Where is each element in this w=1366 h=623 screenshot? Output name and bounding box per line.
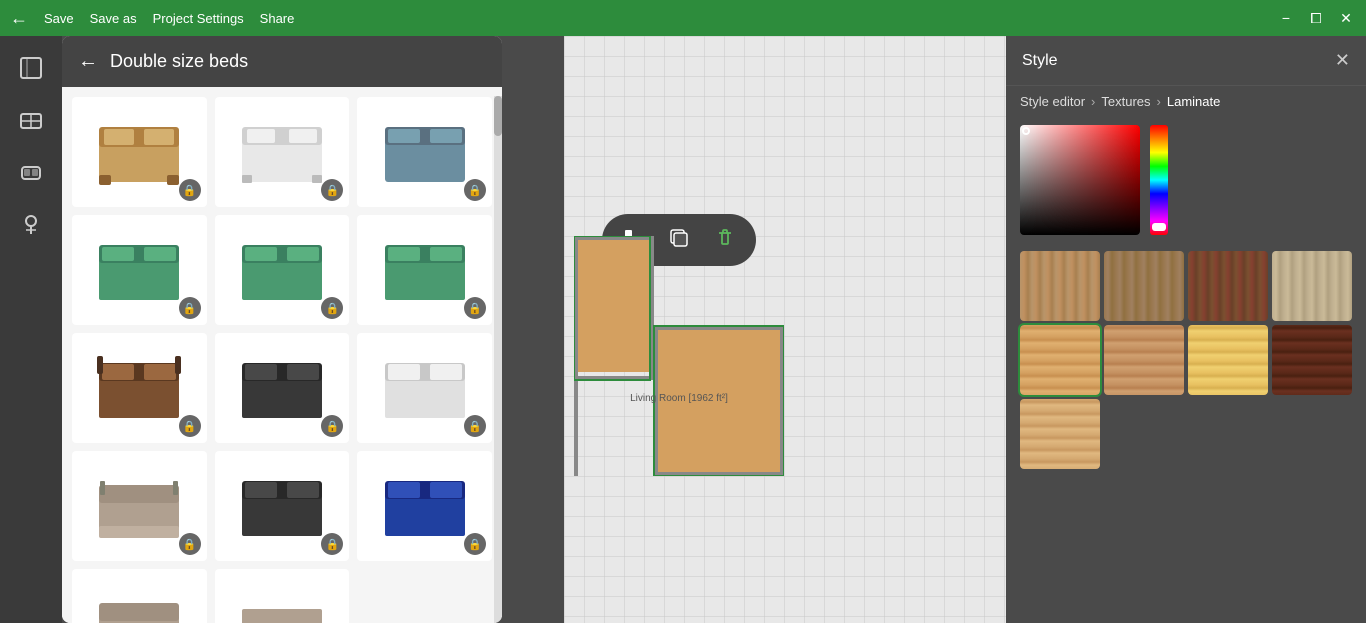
sidebar-windows-icon[interactable] — [9, 98, 53, 142]
bed-image — [371, 344, 479, 432]
list-item[interactable]: 🔒 — [215, 569, 350, 623]
style-panel-header: Style ✕ — [1006, 36, 1366, 86]
list-item[interactable]: 🔒 — [357, 333, 492, 443]
floor-plan[interactable]: Living Room [1962 ft²] — [574, 236, 784, 476]
texture-grid — [1006, 243, 1366, 477]
main-layout: ← Double size beds 🔒 — [0, 36, 1366, 623]
list-item[interactable]: 🔒 — [215, 215, 350, 325]
catalog-back-button[interactable]: ← — [78, 50, 98, 73]
bed-image — [228, 344, 336, 432]
catalog-title: Double size beds — [110, 51, 248, 72]
window-close-button[interactable]: ✕ — [1336, 10, 1356, 27]
catalog-grid: 🔒 🔒 — [62, 87, 502, 623]
texture-swatch[interactable] — [1272, 251, 1352, 321]
lock-badge: 🔒 — [179, 179, 201, 201]
texture-swatch[interactable] — [1188, 325, 1268, 395]
texture-swatch[interactable] — [1104, 251, 1184, 321]
texture-swatch[interactable] — [1020, 399, 1100, 469]
lock-badge: 🔒 — [464, 179, 486, 201]
lock-badge: 🔒 — [321, 533, 343, 555]
sidebar-outdoor-icon[interactable] — [9, 202, 53, 246]
lock-badge: 🔒 — [321, 297, 343, 319]
share-button[interactable]: Share — [260, 11, 295, 26]
breadcrumb: Style editor › Textures › Laminate — [1006, 86, 1366, 117]
bed-image — [371, 462, 479, 550]
catalog-panel: ← Double size beds 🔒 — [62, 36, 502, 623]
minimize-button[interactable]: − — [1276, 10, 1296, 26]
lock-badge: 🔒 — [179, 297, 201, 319]
lock-badge: 🔒 — [179, 533, 201, 555]
lock-badge: 🔒 — [464, 297, 486, 319]
list-item[interactable]: 🔒 — [215, 97, 350, 207]
bed-image — [85, 108, 193, 196]
bed-image — [85, 344, 193, 432]
bed-image — [85, 580, 193, 623]
list-item[interactable]: 🔒 — [215, 451, 350, 561]
list-item[interactable]: 🔒 — [72, 97, 207, 207]
projectsettings-button[interactable]: Project Settings — [153, 11, 244, 26]
style-panel-title: Style — [1022, 52, 1058, 70]
titlebar: ← Save Save as Project Settings Share − … — [0, 0, 1366, 36]
catalog-scrollbar-thumb[interactable] — [494, 96, 502, 136]
breadcrumb-sep2: › — [1157, 94, 1161, 109]
window-controls: − ⧠ ✕ — [1276, 10, 1356, 27]
bed-image — [228, 580, 336, 623]
sidebar-walls-icon[interactable] — [9, 46, 53, 90]
bed-image — [85, 462, 193, 550]
list-item[interactable]: 🔒 — [72, 451, 207, 561]
bed-image — [371, 226, 479, 314]
lock-badge: 🔒 — [464, 415, 486, 437]
left-sidebar — [0, 36, 62, 623]
breadcrumb-editor[interactable]: Style editor — [1020, 94, 1085, 109]
bed-image — [85, 226, 193, 314]
lock-badge: 🔒 — [464, 533, 486, 555]
lock-badge: 🔒 — [321, 415, 343, 437]
hue-slider[interactable] — [1150, 125, 1168, 235]
breadcrumb-laminate[interactable]: Laminate — [1167, 94, 1220, 109]
texture-swatch[interactable] — [1020, 251, 1100, 321]
texture-swatch[interactable] — [1104, 325, 1184, 395]
bed-image — [228, 108, 336, 196]
save-button[interactable]: Save — [44, 11, 74, 26]
back-button[interactable]: ← — [10, 8, 28, 29]
lock-badge: 🔒 — [321, 179, 343, 201]
bed-image — [228, 226, 336, 314]
list-item[interactable]: 🔒 — [357, 97, 492, 207]
list-item[interactable]: 🔒 — [357, 451, 492, 561]
sidebar-furniture-icon[interactable] — [9, 150, 53, 194]
list-item[interactable]: 🔒 — [357, 215, 492, 325]
bed-image — [228, 462, 336, 550]
bed-image — [371, 108, 479, 196]
texture-swatch-selected[interactable] — [1020, 325, 1100, 395]
breadcrumb-sep1: › — [1091, 94, 1095, 109]
texture-swatch[interactable] — [1188, 251, 1268, 321]
color-gradient-picker[interactable] — [1020, 125, 1140, 235]
catalog-scrollbar[interactable] — [494, 96, 502, 623]
list-item[interactable]: 🔒 — [72, 215, 207, 325]
lock-badge: 🔒 — [179, 415, 201, 437]
svg-text:Living Room [1962 ft²]: Living Room [1962 ft²] — [630, 393, 728, 404]
list-item[interactable]: 🔒 — [215, 333, 350, 443]
breadcrumb-textures[interactable]: Textures — [1101, 94, 1150, 109]
style-panel-close-button[interactable]: ✕ — [1335, 50, 1350, 71]
color-picker-section — [1006, 117, 1366, 243]
texture-swatch[interactable] — [1272, 325, 1352, 395]
picker-dot[interactable] — [1022, 127, 1030, 135]
hue-thumb[interactable] — [1152, 223, 1166, 231]
style-panel: Style ✕ Style editor › Textures › Lamina… — [1006, 36, 1366, 623]
saveas-button[interactable]: Save as — [90, 11, 137, 26]
list-item[interactable]: 🔒 — [72, 569, 207, 623]
catalog-header: ← Double size beds — [62, 36, 502, 87]
maximize-button[interactable]: ⧠ — [1306, 10, 1326, 27]
list-item[interactable]: 🔒 — [72, 333, 207, 443]
